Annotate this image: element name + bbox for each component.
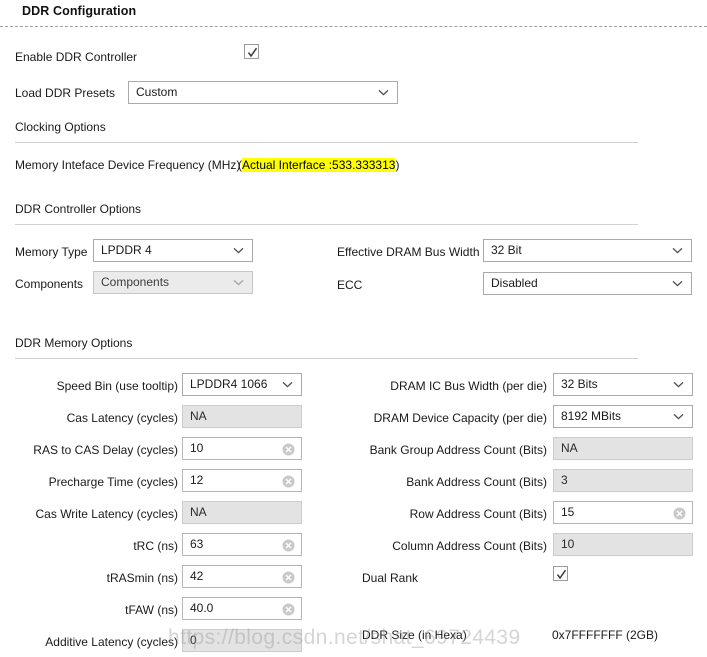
tfaw-ns-label: tFAW (ns) [15, 603, 178, 617]
trc-ns-label: tRC (ns) [15, 539, 178, 553]
row-address-count-bits-label: Row Address Count (Bits) [362, 507, 547, 521]
cas-latency-cycles-value: NA [190, 409, 207, 423]
column-address-count-bits-input[interactable]: 10 [553, 533, 693, 556]
page-title: DDR Configuration [22, 4, 136, 18]
clear-icon[interactable] [673, 506, 686, 519]
bank-group-address-count-bits-label: Bank Group Address Count (Bits) [362, 443, 547, 457]
dram-device-capacity-per-die-value: 8192 MBits [561, 409, 621, 423]
ecc-label: ECC [337, 278, 362, 292]
cas-latency-cycles-input[interactable]: NA [182, 405, 302, 428]
trasmin-ns-input[interactable]: 42 [182, 565, 302, 588]
memory-type-value: LPDDR 4 [101, 243, 152, 257]
components-select[interactable]: Components [93, 271, 253, 294]
dram-ic-bus-width-per-die-value: 32 Bits [561, 377, 598, 391]
precharge-time-cycles-label: Precharge Time (cycles) [15, 475, 178, 489]
chevron-down-icon [672, 273, 683, 294]
effective-dram-bus-width-select[interactable]: 32 Bit [483, 239, 692, 262]
ras-to-cas-delay-cycles-label: RAS to CAS Delay (cycles) [15, 443, 178, 457]
dual-rank-checkbox[interactable] [553, 566, 568, 581]
clocking-options-section-title: Clocking Options [15, 120, 106, 134]
memory-type-select[interactable]: LPDDR 4 [93, 239, 253, 262]
load-ddr-presets-select[interactable]: Custom [128, 81, 398, 104]
precharge-time-cycles-value: 12 [190, 473, 203, 487]
chevron-down-icon [233, 240, 244, 261]
clear-icon[interactable] [282, 538, 295, 551]
chevron-down-icon [233, 272, 244, 293]
column-address-count-bits-value: 10 [561, 537, 574, 551]
ddr-controller-options-section-title: DDR Controller Options [15, 202, 141, 216]
tfaw-ns-input[interactable]: 40.0 [182, 597, 302, 620]
ddr-memory-options-divider [15, 358, 638, 359]
chevron-down-icon [672, 240, 683, 261]
ras-to-cas-delay-cycles-input[interactable]: 10 [182, 437, 302, 460]
bank-address-count-bits-input[interactable]: 3 [553, 469, 693, 492]
ddr-memory-options-section-title: DDR Memory Options [15, 336, 132, 350]
clear-icon[interactable] [282, 474, 295, 487]
ddr-size-label: DDR Size (in Hexa) [362, 628, 467, 642]
components-label: Components [15, 277, 83, 291]
cas-latency-cycles-label: Cas Latency (cycles) [15, 411, 178, 425]
dram-device-capacity-per-die-label: DRAM Device Capacity (per die) [362, 411, 547, 425]
chevron-down-icon [673, 374, 684, 395]
clear-icon[interactable] [282, 602, 295, 615]
actual-interface-group: (Actual Interface :533.333313) [238, 158, 399, 172]
bank-address-count-bits-value: 3 [561, 473, 568, 487]
trc-ns-input[interactable]: 63 [182, 533, 302, 556]
row-address-count-bits-value: 15 [561, 505, 574, 519]
enable-ddr-controller-checkbox[interactable] [244, 44, 259, 59]
speed-bin-use-tooltip-label: Speed Bin (use tooltip) [15, 379, 178, 393]
dual-rank-label: Dual Rank [362, 571, 418, 585]
clear-icon[interactable] [282, 570, 295, 583]
tfaw-ns-value: 40.0 [190, 601, 213, 615]
clear-icon[interactable] [282, 442, 295, 455]
ecc-select[interactable]: Disabled [483, 272, 692, 295]
enable-ddr-controller-label: Enable DDR Controller [15, 50, 137, 64]
effective-dram-bus-width-label: Effective DRAM Bus Width [337, 245, 480, 259]
chevron-down-icon [673, 406, 684, 427]
precharge-time-cycles-input[interactable]: 12 [182, 469, 302, 492]
speed-bin-use-tooltip-value: LPDDR4 1066 [190, 377, 267, 391]
chevron-down-icon [282, 374, 293, 395]
ddr-controller-options-divider [15, 224, 638, 225]
trc-ns-value: 63 [190, 537, 203, 551]
speed-bin-use-tooltip-select[interactable]: LPDDR4 1066 [182, 373, 302, 396]
bank-group-address-count-bits-input[interactable]: NA [553, 437, 693, 460]
components-value: Components [101, 275, 169, 289]
ecc-value: Disabled [491, 276, 538, 290]
cas-write-latency-cycles-input[interactable]: NA [182, 501, 302, 524]
trasmin-ns-value: 42 [190, 569, 203, 583]
memory-type-label: Memory Type [15, 245, 87, 259]
dram-device-capacity-per-die-select[interactable]: 8192 MBits [553, 405, 693, 428]
ddr-size-value: 0x7FFFFFFF (2GB) [552, 628, 658, 642]
cas-write-latency-cycles-value: NA [190, 505, 207, 519]
load-ddr-presets-value: Custom [136, 85, 177, 99]
clocking-options-divider [15, 142, 638, 143]
bank-address-count-bits-label: Bank Address Count (Bits) [362, 475, 547, 489]
bank-group-address-count-bits-value: NA [561, 441, 578, 455]
dram-ic-bus-width-per-die-label: DRAM IC Bus Width (per die) [362, 379, 547, 393]
actual-interface-highlight: Actual Interface :533.333313 [242, 158, 395, 172]
dram-ic-bus-width-per-die-select[interactable]: 32 Bits [553, 373, 693, 396]
header-divider [0, 26, 707, 27]
paren-close: ) [395, 158, 399, 172]
effective-dram-bus-width-value: 32 Bit [491, 243, 522, 257]
trasmin-ns-label: tRASmin (ns) [15, 571, 178, 585]
load-ddr-presets-label: Load DDR Presets [15, 86, 115, 100]
row-address-count-bits-input[interactable]: 15 [553, 501, 693, 524]
additive-latency-cycles-input[interactable]: 0 [182, 629, 302, 652]
chevron-down-icon [378, 82, 389, 103]
ras-to-cas-delay-cycles-value: 10 [190, 441, 203, 455]
additive-latency-cycles-label: Additive Latency (cycles) [15, 635, 178, 649]
additive-latency-cycles-value: 0 [190, 633, 197, 647]
cas-write-latency-cycles-label: Cas Write Latency (cycles) [15, 507, 178, 521]
column-address-count-bits-label: Column Address Count (Bits) [362, 539, 547, 553]
memory-interface-frequency-label: Memory Inteface Device Frequency (MHz) [15, 158, 240, 172]
